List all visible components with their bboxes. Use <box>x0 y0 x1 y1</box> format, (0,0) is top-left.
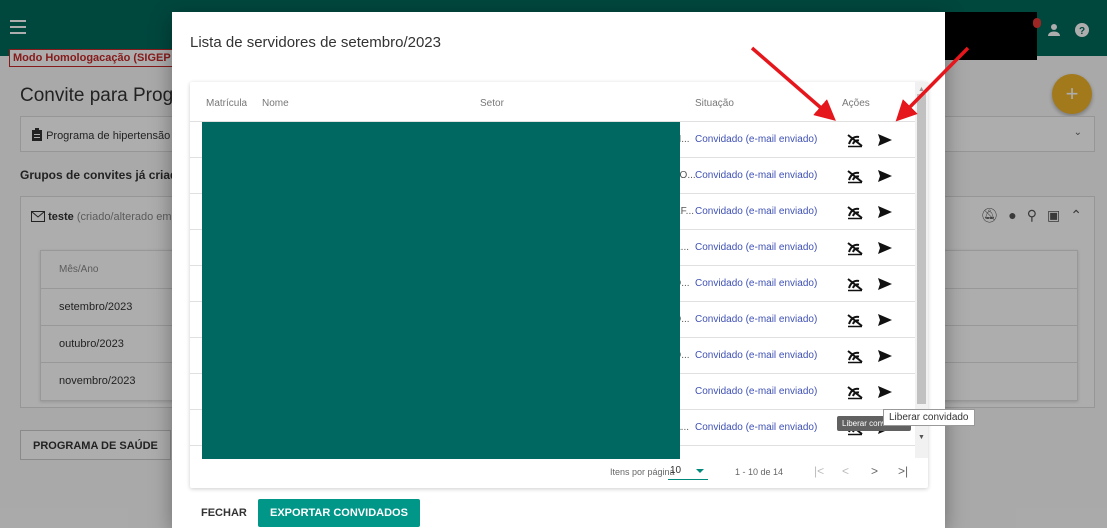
servers-dialog: Lista de servidores de setembro/2023 Mat… <box>172 12 975 528</box>
dropdown-caret-icon <box>696 469 704 473</box>
export-invitees-button[interactable]: EXPORTAR CONVIDADOS <box>258 499 420 527</box>
servers-table-card: Matrícula Nome Setor Situação Ações N...… <box>190 82 975 488</box>
table-scrollbar[interactable]: ▲ ▼ <box>915 82 928 458</box>
send-icon[interactable] <box>877 205 893 219</box>
status-link[interactable]: Convidado (e-mail enviado) <box>695 278 817 289</box>
page-range-label: 1 - 10 de 14 <box>735 467 784 477</box>
scroll-down-arrow[interactable]: ▼ <box>918 434 925 441</box>
send-icon[interactable] <box>877 241 893 255</box>
status-link[interactable]: Convidado (e-mail enviado) <box>695 170 817 181</box>
scroll-up-arrow[interactable]: ▲ <box>918 86 925 93</box>
paginator: Itens por página 10 1 - 10 de 14 |< < > … <box>190 459 928 488</box>
voice-off-icon[interactable] <box>846 276 864 292</box>
send-icon[interactable] <box>877 313 893 327</box>
native-tooltip: Liberar convidado <box>883 409 975 426</box>
first-page-icon[interactable]: |< <box>814 464 824 478</box>
last-page-icon[interactable]: >| <box>898 464 908 478</box>
status-link[interactable]: Convidado (e-mail enviado) <box>695 134 817 145</box>
voice-off-icon[interactable] <box>846 348 864 364</box>
column-header-setor[interactable]: Setor <box>480 98 504 109</box>
send-icon[interactable] <box>877 385 893 399</box>
status-link[interactable]: Convidado (e-mail enviado) <box>695 422 817 433</box>
voice-off-icon[interactable] <box>846 132 864 148</box>
dialog-title: Lista de servidores de setembro/2023 <box>190 34 441 51</box>
items-per-page-label: Itens por página <box>610 467 675 477</box>
status-link[interactable]: Convidado (e-mail enviado) <box>695 206 817 217</box>
column-header-acoes: Ações <box>842 98 870 109</box>
redacted-region <box>202 122 680 459</box>
send-icon[interactable] <box>877 277 893 291</box>
voice-off-icon[interactable] <box>846 168 864 184</box>
scrollbar-thumb[interactable] <box>917 94 926 404</box>
voice-off-icon[interactable] <box>846 240 864 256</box>
items-per-page-value: 10 <box>670 465 682 476</box>
column-header-nome[interactable]: Nome <box>262 98 289 109</box>
send-icon[interactable] <box>877 169 893 183</box>
status-link[interactable]: Convidado (e-mail enviado) <box>695 350 817 361</box>
voice-off-icon[interactable] <box>846 384 864 400</box>
status-link[interactable]: Convidado (e-mail enviado) <box>695 314 817 325</box>
items-per-page-select[interactable]: 10 <box>668 464 708 480</box>
status-link[interactable]: Convidado (e-mail enviado) <box>695 386 817 397</box>
send-icon[interactable] <box>877 133 893 147</box>
voice-off-icon[interactable] <box>846 312 864 328</box>
table-header: Matrícula Nome Setor Situação Ações <box>190 82 915 122</box>
voice-off-icon[interactable] <box>846 204 864 220</box>
column-header-situacao[interactable]: Situação <box>695 98 734 109</box>
column-header-matricula[interactable]: Matrícula <box>206 98 247 109</box>
next-page-icon[interactable]: > <box>871 464 878 478</box>
send-icon[interactable] <box>877 349 893 363</box>
status-link[interactable]: Convidado (e-mail enviado) <box>695 242 817 253</box>
close-button[interactable]: FECHAR <box>190 499 258 527</box>
prev-page-icon[interactable]: < <box>842 464 849 478</box>
